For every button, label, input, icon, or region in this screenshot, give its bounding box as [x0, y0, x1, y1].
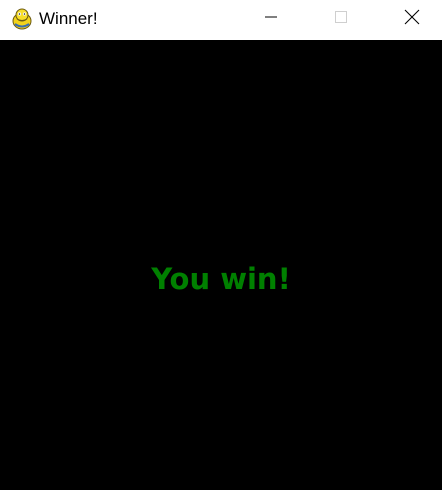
pygame-snake-icon: [10, 7, 34, 31]
minimize-button[interactable]: [248, 0, 294, 34]
close-button[interactable]: [389, 0, 435, 34]
minimize-icon: [264, 10, 278, 24]
maximize-button[interactable]: [318, 0, 364, 34]
win-message: You win!: [151, 262, 291, 296]
app-window: Winner! You win!: [0, 0, 442, 490]
title-bar[interactable]: Winner!: [0, 0, 442, 40]
game-canvas[interactable]: You win!: [0, 40, 442, 490]
maximize-icon: [334, 10, 348, 24]
window-title: Winner!: [39, 9, 98, 28]
close-icon: [404, 9, 420, 25]
